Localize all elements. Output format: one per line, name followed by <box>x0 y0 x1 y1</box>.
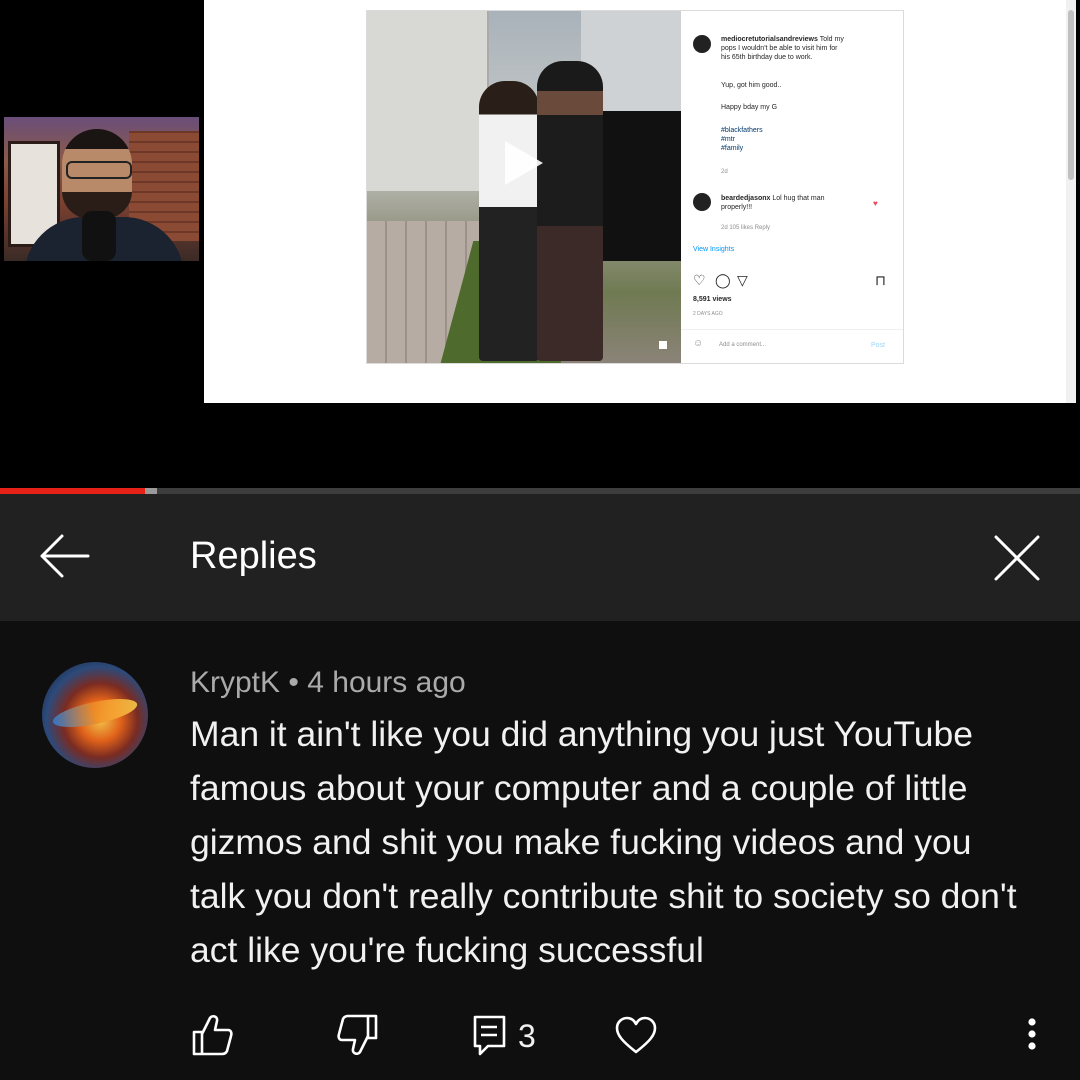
caption-line: Happy bday my G <box>721 104 778 111</box>
ig-comment-text: properly!!! <box>721 204 753 211</box>
heart-button[interactable] <box>612 1010 660 1060</box>
post-author: mediocretutorialsandreviews <box>721 36 818 43</box>
like-button[interactable] <box>188 1010 236 1060</box>
replies-title: Replies <box>190 535 317 577</box>
hashtag: #mtr <box>721 136 735 143</box>
video-player[interactable]: mediocretutorialsandreviews Told my pops… <box>0 0 1080 490</box>
ig-comment-text: Lol hug that man <box>772 195 825 202</box>
comment-time: 4 hours ago <box>307 666 466 699</box>
meta-separator: • <box>288 666 299 699</box>
add-comment-field: Add a comment... <box>719 342 767 348</box>
ig-share-icon: ▽ <box>737 272 748 288</box>
post-age: 2d <box>721 169 728 175</box>
view-insights-link: View Insights <box>693 246 735 253</box>
caption-line: Yup, got him good.. <box>721 82 782 89</box>
post-button: Post <box>871 342 886 349</box>
ig-bookmark-icon: ⊓ <box>875 272 886 288</box>
dislike-button[interactable] <box>334 1010 382 1060</box>
reply-button[interactable]: 3 <box>470 1010 560 1060</box>
close-button[interactable] <box>985 526 1049 590</box>
play-icon <box>505 141 543 185</box>
posted-date: 2 DAYS AGO <box>693 311 723 317</box>
post-author-avatar <box>693 35 711 53</box>
commenter-avatar <box>693 193 711 211</box>
ig-heart-icon: ♡ <box>693 272 706 288</box>
post-photo <box>367 11 681 363</box>
post-actions: ♡ ◯ ▽ ⊓ <box>693 273 893 289</box>
heart-icon <box>615 1016 657 1054</box>
ig-comment-meta: 2d 105 likes Reply <box>721 225 771 231</box>
comment-author[interactable]: KryptK <box>190 666 280 699</box>
more-vertical-icon <box>1028 1018 1036 1050</box>
close-icon <box>994 535 1040 581</box>
thumbs-down-icon <box>337 1014 378 1055</box>
phoenix-avatar[interactable] <box>42 662 148 768</box>
caption-line: his 65th birthday due to work. <box>721 54 813 61</box>
back-button[interactable] <box>30 528 100 584</box>
browser-screen: mediocretutorialsandreviews Told my pops… <box>204 0 1076 403</box>
webcam-overlay <box>4 117 199 261</box>
instagram-post: mediocretutorialsandreviews Told my pops… <box>366 10 904 364</box>
views-count: 8,591 views <box>693 296 732 303</box>
arrow-left-icon <box>40 534 90 578</box>
caption-line: pops I wouldn't be able to visit him for <box>721 45 838 52</box>
replies-header: Replies <box>0 494 1080 621</box>
post-sidebar: mediocretutorialsandreviews Told my pops… <box>681 11 903 363</box>
comment-meta: KryptK • 4 hours ago <box>190 664 466 702</box>
hashtag: #family <box>721 145 744 152</box>
reply-icon <box>473 1015 506 1056</box>
volume-icon <box>659 341 667 349</box>
reply-count: 3 <box>518 1018 536 1054</box>
comment-text: Man it ain't like you did anything you j… <box>190 714 1017 970</box>
ig-comment-heart-icon: ♥ <box>873 199 878 208</box>
more-options-button[interactable] <box>1012 1010 1052 1060</box>
hashtag: #blackfathers <box>721 127 763 134</box>
caption-line: Told my <box>819 36 844 43</box>
thumbs-up-icon <box>192 1015 233 1056</box>
commenter-name: beardedjasonx <box>721 195 771 202</box>
ig-comment-icon: ◯ <box>715 272 731 288</box>
